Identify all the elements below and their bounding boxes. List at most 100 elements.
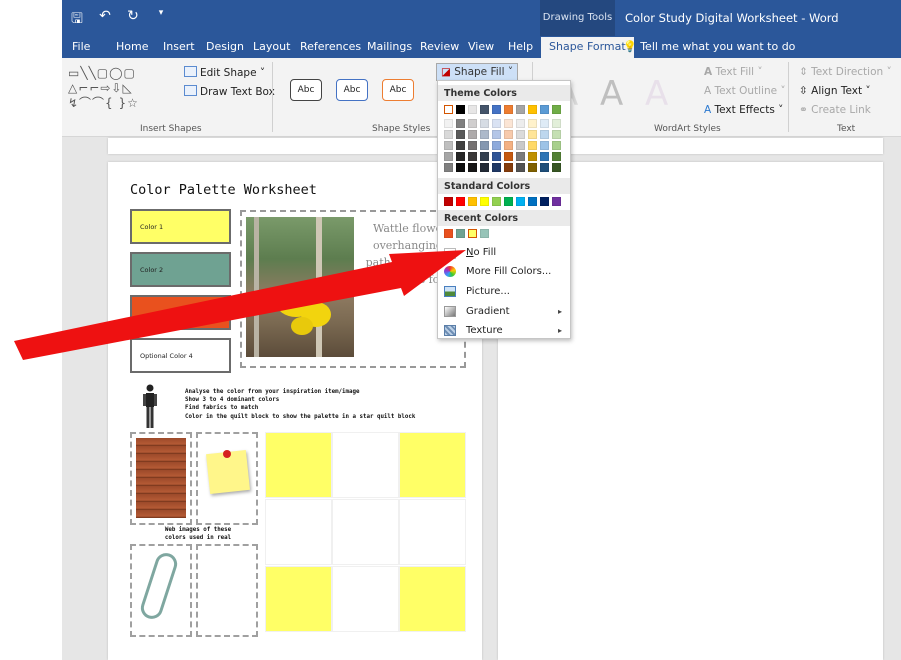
tab-file[interactable]: File <box>72 40 90 53</box>
recent-color-swatch[interactable] <box>480 229 489 238</box>
quilt-cell[interactable] <box>332 499 399 565</box>
theme-shade-swatch[interactable] <box>516 163 525 172</box>
tab-review[interactable]: Review <box>420 40 459 53</box>
text-outline-button[interactable]: A Text Outline ˅ <box>704 85 786 97</box>
theme-shade-swatch[interactable] <box>528 163 537 172</box>
theme-shade-swatch[interactable] <box>456 119 465 128</box>
theme-color-swatch[interactable] <box>528 105 537 114</box>
theme-shade-swatch[interactable] <box>456 152 465 161</box>
theme-shade-swatch[interactable] <box>492 119 501 128</box>
shape-fill-button[interactable]: ◪ Shape Fill ˅ <box>436 63 519 81</box>
theme-shade-swatch[interactable] <box>504 141 513 150</box>
theme-shade-swatch[interactable] <box>540 130 549 139</box>
more-fill-colors-item[interactable]: More Fill Colors... <box>438 263 570 281</box>
tab-view[interactable]: View <box>468 40 494 53</box>
theme-color-swatch[interactable] <box>540 105 549 114</box>
quilt-cell[interactable] <box>332 432 399 498</box>
tab-layout[interactable]: Layout <box>253 40 290 53</box>
color-box-2[interactable]: Color 2 <box>130 252 231 287</box>
quilt-cell[interactable] <box>399 566 466 632</box>
standard-color-swatch[interactable] <box>504 197 513 206</box>
tab-references[interactable]: References <box>300 40 361 53</box>
theme-color-swatch[interactable] <box>504 105 513 114</box>
theme-shade-swatch[interactable] <box>504 119 513 128</box>
theme-shade-swatch[interactable] <box>444 130 453 139</box>
recent-color-swatch[interactable] <box>444 229 453 238</box>
standard-color-swatch[interactable] <box>492 197 501 206</box>
shape-style-3[interactable]: Abc <box>382 79 414 101</box>
color-box-3[interactable] <box>130 295 231 330</box>
text-direction-button[interactable]: ⇕ Text Direction ˅ <box>799 66 892 78</box>
tab-mailings[interactable]: Mailings <box>367 40 412 53</box>
quilt-cell[interactable] <box>265 432 332 498</box>
draw-text-box-button[interactable]: Draw Text Box <box>184 85 275 98</box>
theme-shade-swatch[interactable] <box>528 119 537 128</box>
standard-color-swatch[interactable] <box>444 197 453 206</box>
theme-shade-swatch[interactable] <box>540 163 549 172</box>
theme-shade-swatch[interactable] <box>468 119 477 128</box>
theme-shade-swatch[interactable] <box>444 163 453 172</box>
standard-color-swatch[interactable] <box>480 197 489 206</box>
theme-shade-swatch[interactable] <box>504 152 513 161</box>
standard-color-swatch[interactable] <box>552 197 561 206</box>
theme-shade-swatch[interactable] <box>468 130 477 139</box>
theme-shade-swatch[interactable] <box>468 141 477 150</box>
tab-home[interactable]: Home <box>116 40 148 53</box>
inspiration-photo[interactable] <box>246 217 354 357</box>
theme-shade-swatch[interactable] <box>492 163 501 172</box>
quilt-cell[interactable] <box>399 432 466 498</box>
standard-color-swatch[interactable] <box>456 197 465 206</box>
color-box-4[interactable]: Optional Color 4 <box>130 338 231 373</box>
shape-style-1[interactable]: Abc <box>290 79 322 101</box>
roof-tiles-image[interactable] <box>136 438 186 518</box>
tab-shape-format[interactable]: Shape Format <box>541 37 634 58</box>
theme-color-swatch[interactable] <box>468 105 477 114</box>
standard-color-swatch[interactable] <box>468 197 477 206</box>
quilt-cell[interactable] <box>265 499 332 565</box>
shapes-gallery[interactable]: ▭╲╲▢◯▢ △⌐⌐⇨⇩◺ ↯⌒⌒{ }☆ <box>68 66 168 111</box>
tell-me-box[interactable]: 💡 Tell me what you want to do <box>623 40 795 53</box>
theme-shade-swatch[interactable] <box>516 130 525 139</box>
theme-shade-swatch[interactable] <box>492 130 501 139</box>
no-fill-item[interactable]: No Fill <box>438 244 570 262</box>
text-effects-button[interactable]: A Text Effects ˅ <box>704 104 783 116</box>
theme-shade-swatch[interactable] <box>528 130 537 139</box>
wordart-style-3[interactable]: A <box>645 74 668 114</box>
tab-help[interactable]: Help <box>508 40 533 53</box>
theme-shade-swatch[interactable] <box>552 163 561 172</box>
edit-shape-button[interactable]: Edit Shape ˅ <box>184 66 265 79</box>
recent-color-swatch[interactable] <box>456 229 465 238</box>
picture-item[interactable]: Picture... <box>438 283 570 301</box>
theme-color-swatch[interactable] <box>456 105 465 114</box>
theme-shade-swatch[interactable] <box>552 130 561 139</box>
theme-shade-swatch[interactable] <box>540 119 549 128</box>
text-fill-button[interactable]: A Text Fill ˅ <box>704 66 763 78</box>
theme-shade-swatch[interactable] <box>492 152 501 161</box>
standard-color-swatch[interactable] <box>540 197 549 206</box>
theme-shade-swatch[interactable] <box>552 141 561 150</box>
tab-design[interactable]: Design <box>206 40 244 53</box>
theme-shade-swatch[interactable] <box>444 141 453 150</box>
gradient-item[interactable]: Gradient ▸ <box>438 303 570 321</box>
theme-color-swatch[interactable] <box>552 105 561 114</box>
theme-shade-swatch[interactable] <box>456 163 465 172</box>
theme-shade-swatch[interactable] <box>504 130 513 139</box>
theme-shade-swatch[interactable] <box>480 152 489 161</box>
theme-shade-swatch[interactable] <box>468 152 477 161</box>
theme-shade-swatch[interactable] <box>444 152 453 161</box>
theme-shade-swatch[interactable] <box>552 119 561 128</box>
quilt-cell[interactable] <box>399 499 466 565</box>
theme-shade-swatch[interactable] <box>516 152 525 161</box>
standard-color-swatch[interactable] <box>516 197 525 206</box>
theme-shade-swatch[interactable] <box>528 141 537 150</box>
texture-item[interactable]: Texture ▸ <box>438 322 570 340</box>
standard-color-swatch[interactable] <box>528 197 537 206</box>
quilt-cell[interactable] <box>332 566 399 632</box>
theme-color-swatch[interactable] <box>492 105 501 114</box>
shape-style-2[interactable]: Abc <box>336 79 368 101</box>
create-link-button[interactable]: ⚭ Create Link <box>799 104 871 116</box>
theme-color-swatch[interactable] <box>516 105 525 114</box>
theme-shade-swatch[interactable] <box>444 119 453 128</box>
align-text-button[interactable]: ⇳ Align Text ˅ <box>799 85 871 97</box>
quilt-cell[interactable] <box>265 566 332 632</box>
